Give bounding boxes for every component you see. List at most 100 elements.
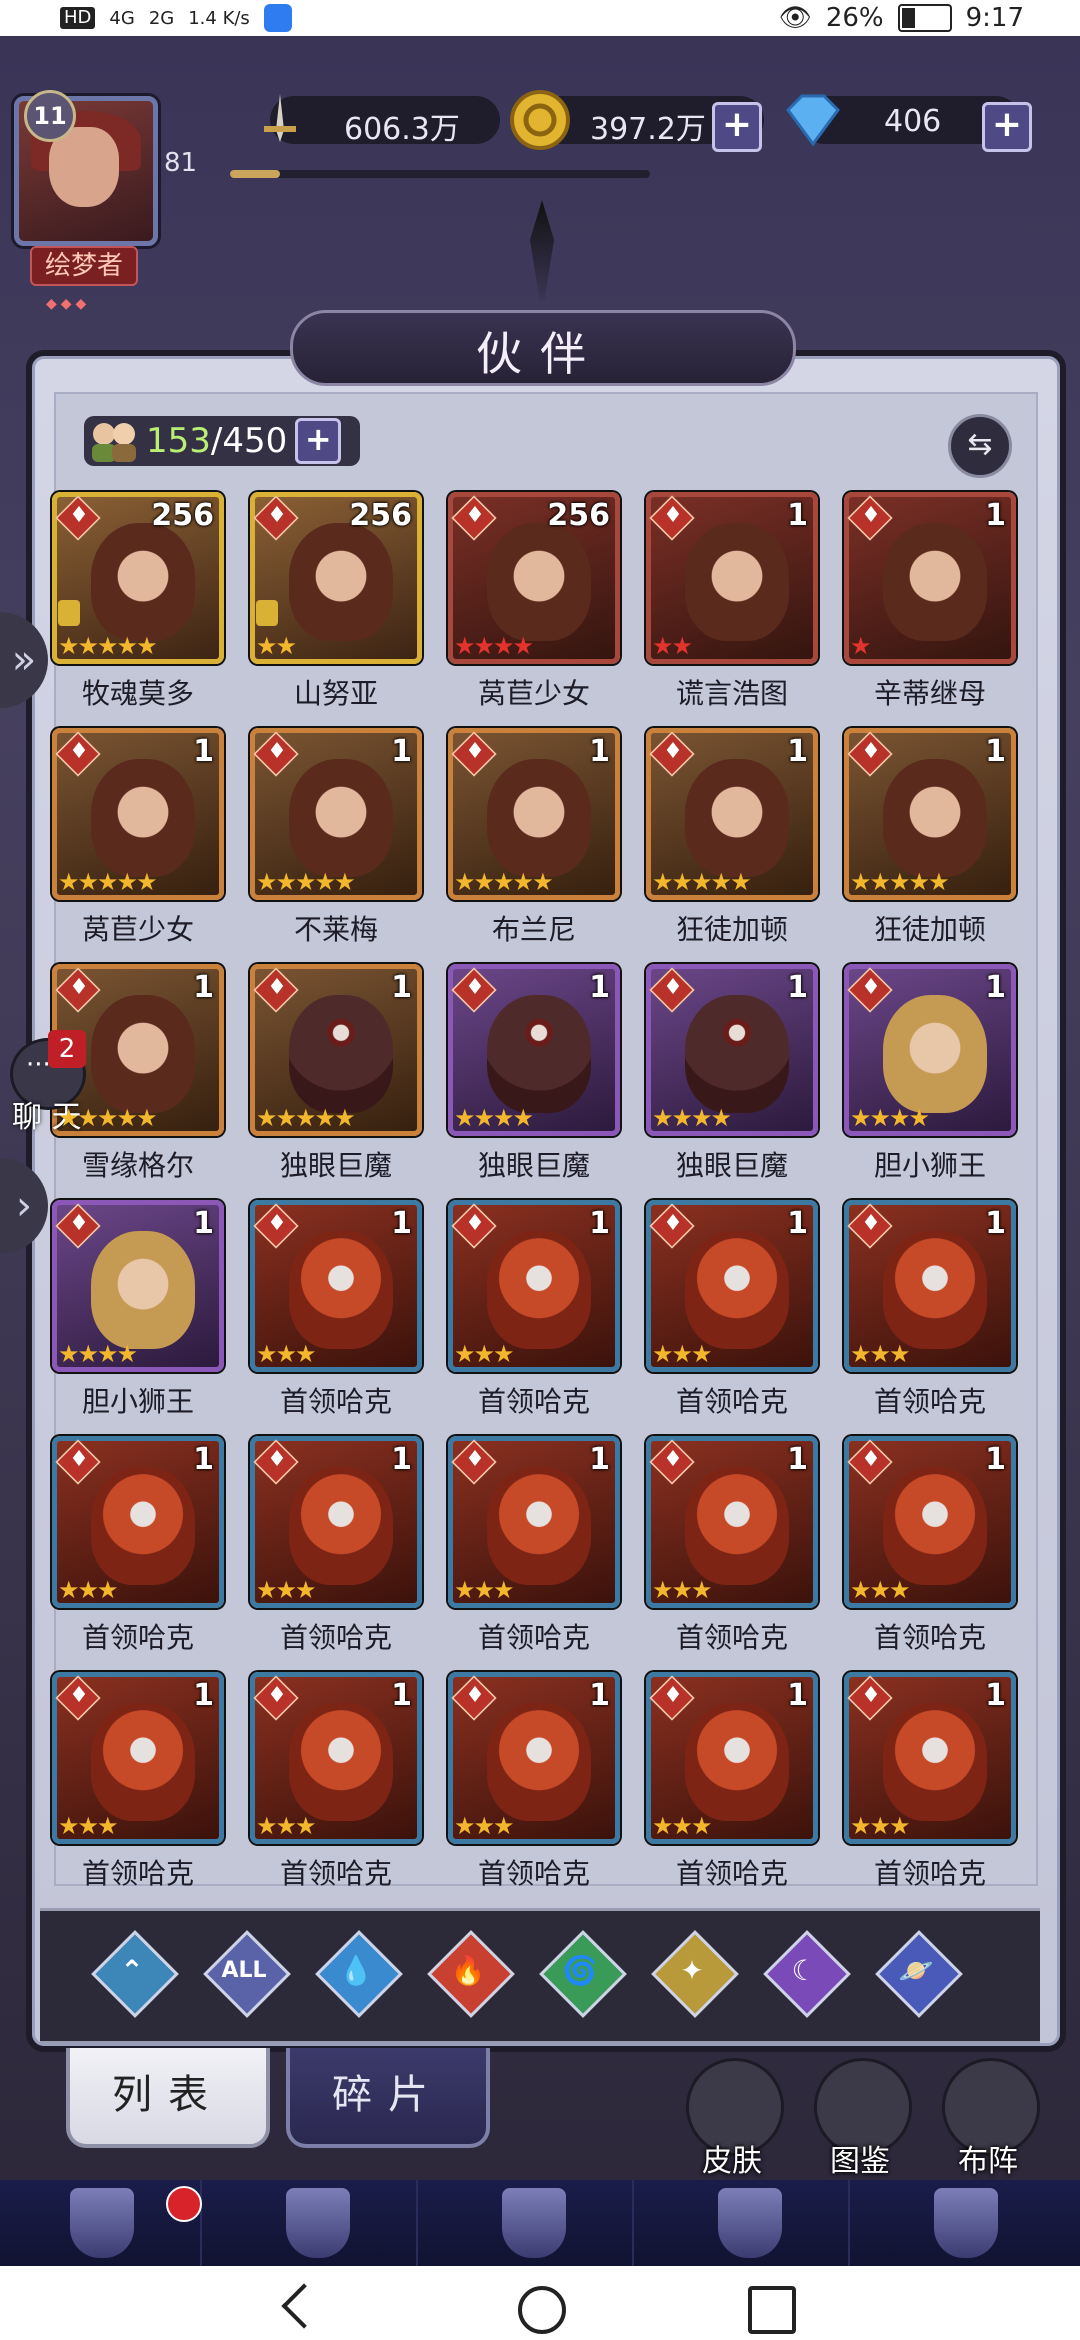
partner-stars: ★★★	[454, 1576, 515, 1604]
partner-card[interactable]: ♦ 1 ★★★★★ 不莱梅	[250, 728, 422, 950]
sword-icon	[264, 94, 296, 142]
filter-glyph: 🌀	[562, 1954, 598, 1987]
partner-stars: ★★★	[652, 1812, 713, 1840]
partner-name: 首领哈克	[279, 1857, 392, 1890]
add-diamond-button[interactable]: +	[982, 102, 1032, 152]
partner-card[interactable]: ♦ 1 ★★★★ 独眼巨魔	[448, 964, 620, 1186]
status-bar: HD 4G 2G 1.4 K/s 👁 26% 9:17	[0, 0, 1080, 36]
fire-icon: ♦	[465, 1683, 485, 1708]
partner-portrait	[91, 995, 195, 1113]
lock-icon	[58, 600, 80, 626]
partner-card[interactable]: ♦ 1 ★★★ 首领哈克	[250, 1672, 422, 1894]
exp-bar	[230, 170, 650, 178]
wizard-hat-icon[interactable]	[216, 2180, 418, 2266]
partner-card[interactable]: ♦ 1 ★★★★★ 莴苣少女	[52, 728, 224, 950]
partner-name: 牧魂莫多	[81, 677, 194, 710]
partner-portrait	[685, 759, 789, 877]
partner-name: 首领哈克	[675, 1857, 788, 1890]
tab-fragments[interactable]: 碎片	[286, 2048, 490, 2148]
fire-icon: ♦	[69, 1447, 89, 1472]
formation-button[interactable]: 布阵	[936, 2058, 1040, 2179]
notification-dot	[166, 2186, 202, 2222]
partner-card[interactable]: ♦ 1 ★★★★ 独眼巨魔	[646, 964, 818, 1186]
fire-icon: ♦	[267, 975, 287, 1000]
recent-apps-icon[interactable]	[748, 2286, 796, 2334]
partner-card[interactable]: ♦ 256 ★★★★ 莴苣少女	[448, 492, 620, 714]
partner-card[interactable]: ♦ 256 ★★ 山努亚	[250, 492, 422, 714]
partner-stars: ★★★★★	[58, 632, 158, 660]
partner-portrait	[91, 523, 195, 641]
title-gems: ◆◆◆	[46, 296, 91, 312]
partner-card[interactable]: ♦ 1 ★★★ 首领哈克	[646, 1672, 818, 1894]
fire-icon: ♦	[267, 1683, 287, 1708]
filter-water-icon[interactable]: 💧	[315, 1930, 403, 2018]
partner-stars: ★★★	[652, 1576, 713, 1604]
partner-stars: ★★★★	[850, 1104, 930, 1132]
partner-card[interactable]: ♦ 1 ★★★ 首领哈克	[448, 1200, 620, 1422]
partner-level: 1	[193, 1678, 214, 1713]
partner-name: 首领哈克	[675, 1385, 788, 1418]
filter-all-icon[interactable]: ALL	[203, 1930, 291, 2018]
partner-card[interactable]: ♦ 1 ★★★★★ 狂徒加顿	[646, 728, 818, 950]
partner-level: 1	[589, 1206, 610, 1241]
partner-card[interactable]: ♦ 1 ★★★★★ 布兰尼	[448, 728, 620, 950]
codex-button[interactable]: 图鉴	[808, 2058, 912, 2179]
partner-name: 布兰尼	[491, 913, 576, 946]
partner-level: 1	[193, 734, 214, 769]
tab-list[interactable]: 列表	[66, 2048, 270, 2148]
partner-card[interactable]: ♦ 1 ★★★★ 胆小狮王	[844, 964, 1016, 1186]
partner-level: 256	[349, 498, 412, 533]
skin-button[interactable]: 皮肤	[680, 2058, 784, 2179]
fire-icon: ♦	[267, 503, 287, 528]
back-icon[interactable]	[281, 2283, 327, 2329]
partner-card[interactable]: ♦ 1 ★ 辛蒂继母	[844, 492, 1016, 714]
partner-card[interactable]: ♦ 1 ★★★ 首领哈克	[646, 1436, 818, 1658]
cards-icon[interactable]	[864, 2180, 1064, 2266]
partner-card[interactable]: ♦ 1 ★★★ 首领哈克	[646, 1200, 818, 1422]
partner-level: 256	[547, 498, 610, 533]
partner-card[interactable]: ♦ 1 ★★★ 首领哈克	[844, 1672, 1016, 1894]
fire-icon: ♦	[267, 1447, 287, 1472]
partner-card[interactable]: ♦ 1 ★★★ 首领哈克	[250, 1436, 422, 1658]
player-title-badge[interactable]: 绘梦者 ◆◆◆	[30, 246, 138, 312]
partner-card[interactable]: ♦ 256 ★★★★★ 牧魂莫多	[52, 492, 224, 714]
partner-card[interactable]: ♦ 1 ★★★★★ 狂徒加顿	[844, 728, 1016, 950]
partner-name: 首领哈克	[873, 1857, 986, 1890]
partner-level: 1	[193, 1206, 214, 1241]
partner-level: 1	[985, 1206, 1006, 1241]
partner-card[interactable]: ♦ 1 ★★★★ 胆小狮王	[52, 1200, 224, 1422]
partner-name: 首领哈克	[477, 1385, 590, 1418]
sort-swap-button[interactable]: ⇆	[948, 414, 1012, 478]
partner-stars: ★★★	[454, 1812, 515, 1840]
nav-wizard-glyph	[286, 2188, 350, 2258]
filter-light-icon[interactable]: ✦	[651, 1930, 739, 2018]
shield-nav-icon[interactable]	[648, 2180, 850, 2266]
partner-card[interactable]: ♦ 1 ★★★ 首领哈克	[448, 1436, 620, 1658]
compass-icon[interactable]	[432, 2180, 634, 2266]
partner-card[interactable]: ♦ 1 ★★★ 首领哈克	[52, 1672, 224, 1894]
filter-wind-icon[interactable]: 🌀	[539, 1930, 627, 2018]
partner-stars: ★★★★★	[58, 868, 158, 896]
partner-portrait	[685, 523, 789, 641]
partner-card[interactable]: ♦ 1 ★★★ 首领哈克	[52, 1436, 224, 1658]
partner-name: 独眼巨魔	[675, 1149, 788, 1182]
fire-icon: ♦	[663, 975, 683, 1000]
partner-card[interactable]: ♦ 1 ★★★★★ 独眼巨魔	[250, 964, 422, 1186]
partner-portrait	[487, 523, 591, 641]
partner-card[interactable]: ♦ 1 ★★★ 首领哈克	[448, 1672, 620, 1894]
partner-card[interactable]: ♦ 1 ★★★ 首领哈克	[250, 1200, 422, 1422]
player-level-badge: 11	[24, 90, 76, 142]
expand-roster-button[interactable]: +	[295, 418, 342, 464]
filter-dark-icon[interactable]: ☾	[763, 1930, 851, 2018]
partner-card[interactable]: ♦ 1 ★★ 谎言浩图	[646, 492, 818, 714]
filter-fire-icon[interactable]: 🔥	[427, 1930, 515, 2018]
partner-stars: ★★★★★	[850, 868, 950, 896]
home-icon[interactable]	[518, 2286, 566, 2334]
partner-stars: ★★★	[58, 1812, 119, 1840]
partner-card[interactable]: ♦ 1 ★★★ 首领哈克	[844, 1200, 1016, 1422]
add-gold-button[interactable]: +	[712, 102, 762, 152]
partner-card[interactable]: ♦ 1 ★★★ 首领哈克	[844, 1436, 1016, 1658]
filter-favorite-icon[interactable]: ⌃	[91, 1930, 179, 2018]
partner-portrait	[91, 1231, 195, 1349]
filter-cosmic-icon[interactable]: 🪐	[875, 1930, 963, 2018]
